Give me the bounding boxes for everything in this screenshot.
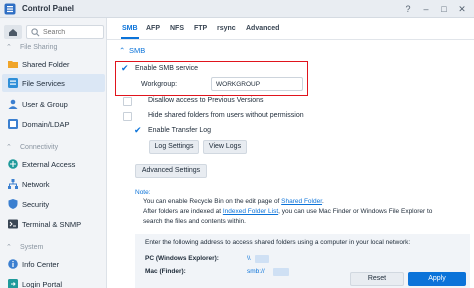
sidebar-item-network[interactable]: Network (2, 175, 105, 193)
active-tab-indicator (121, 37, 139, 39)
hide-shared-folders-checkbox[interactable] (123, 112, 132, 121)
chevron-up-icon: ⌃ (119, 46, 126, 55)
tab-afp[interactable]: AFP (146, 25, 160, 32)
disallow-previous-versions-checkbox[interactable] (123, 97, 132, 106)
tab-smb[interactable]: SMB (122, 25, 138, 32)
info-center-icon (8, 259, 18, 269)
file-services-icon (8, 78, 18, 88)
external-access-icon (8, 159, 18, 169)
tab-ftp[interactable]: FTP (194, 25, 207, 32)
chevron-up-icon: ⌃ (6, 44, 12, 51)
sidebar-item-info-center[interactable]: Info Center (2, 255, 105, 273)
shared-folder-icon (8, 61, 18, 68)
control-panel-icon (4, 3, 16, 15)
sidebar-item-shared-folder[interactable]: Shared Folder (2, 55, 105, 73)
indexed-folder-list-link[interactable]: Indexed Folder List (223, 208, 278, 215)
minimize-icon[interactable]: – (420, 3, 432, 15)
shared-folder-link[interactable]: Shared Folder (281, 198, 322, 205)
address-info-heading: Enter the following address to access sh… (145, 239, 411, 246)
terminal-icon (8, 219, 18, 229)
enable-smb-label: Enable SMB service (135, 65, 199, 72)
title-bar: Control Panel ? – □ ✕ (0, 0, 474, 18)
tab-advanced[interactable]: Advanced (246, 25, 279, 32)
redacted-address (255, 255, 269, 263)
pc-address-label: PC (Windows Explorer): (145, 255, 219, 262)
tab-bar: SMB AFP NFS FTP rsync Advanced (107, 18, 474, 40)
home-button[interactable] (4, 25, 22, 39)
sidebar-item-security[interactable]: Security (2, 195, 105, 213)
note-line-indexed: After folders are indexed at Indexed Fol… (143, 208, 433, 215)
chevron-up-icon: ⌃ (6, 244, 12, 251)
login-portal-icon (8, 279, 18, 288)
note-title: Note: (135, 189, 151, 196)
window-title: Control Panel (22, 4, 75, 13)
note-line-recycle-bin: You can enable Recycle Bin on the edit p… (143, 198, 324, 205)
sidebar-item-login-portal[interactable]: Login Portal (2, 275, 105, 288)
help-icon[interactable]: ? (402, 3, 414, 15)
search-input[interactable] (43, 27, 101, 37)
search-icon (31, 28, 40, 37)
domain-ldap-icon (8, 119, 18, 129)
sidebar-item-terminal-snmp[interactable]: Terminal & SNMP (2, 215, 105, 233)
workgroup-label: Workgroup: (141, 81, 178, 88)
main-content: ⌃ SMB ✔ Enable SMB service Workgroup: WO… (107, 40, 474, 288)
sidebar-item-domain-ldap[interactable]: Domain/LDAP (2, 115, 105, 133)
sidebar-item-user-group[interactable]: User & Group (2, 95, 105, 113)
reset-button[interactable]: Reset (350, 272, 404, 286)
home-icon (9, 29, 17, 36)
workgroup-input[interactable]: WORKGROUP (211, 77, 303, 91)
sidebar: ⌃ File Sharing Shared Folder File Servic… (0, 18, 107, 288)
redacted-address (273, 268, 289, 276)
chevron-up-icon: ⌃ (6, 144, 12, 151)
tab-rsync[interactable]: rsync (217, 25, 236, 32)
apply-button[interactable]: Apply (408, 272, 466, 286)
section-connectivity[interactable]: ⌃ Connectivity (0, 142, 107, 154)
view-logs-button[interactable]: View Logs (203, 140, 247, 154)
advanced-settings-button[interactable]: Advanced Settings (135, 164, 207, 178)
note-line-search: search the files and contents within. (143, 218, 246, 225)
sidebar-item-file-services[interactable]: File Services (2, 74, 105, 92)
search-box[interactable] (26, 25, 104, 39)
section-system[interactable]: ⌃ System (0, 242, 107, 254)
user-group-icon (8, 99, 18, 109)
pc-address-value[interactable]: \\ (247, 255, 251, 262)
hide-shared-folders-label: Hide shared folders from users without p… (148, 112, 304, 119)
enable-smb-checkbox[interactable]: ✔ (121, 64, 129, 73)
sidebar-item-external-access[interactable]: External Access (2, 155, 105, 173)
shield-icon (8, 199, 18, 209)
section-file-sharing[interactable]: ⌃ File Sharing (0, 42, 107, 54)
maximize-icon[interactable]: □ (438, 3, 450, 15)
disallow-previous-versions-label: Disallow access to Previous Versions (148, 97, 264, 104)
network-icon (8, 179, 18, 189)
transfer-log-label: Enable Transfer Log (148, 127, 212, 134)
log-settings-button[interactable]: Log Settings (149, 140, 199, 154)
tab-nfs[interactable]: NFS (170, 25, 184, 32)
mac-address-value[interactable]: smb:// (247, 268, 265, 275)
close-icon[interactable]: ✕ (456, 3, 468, 15)
mac-address-label: Mac (Finder): (145, 268, 186, 275)
transfer-log-checkbox[interactable]: ✔ (134, 126, 142, 135)
